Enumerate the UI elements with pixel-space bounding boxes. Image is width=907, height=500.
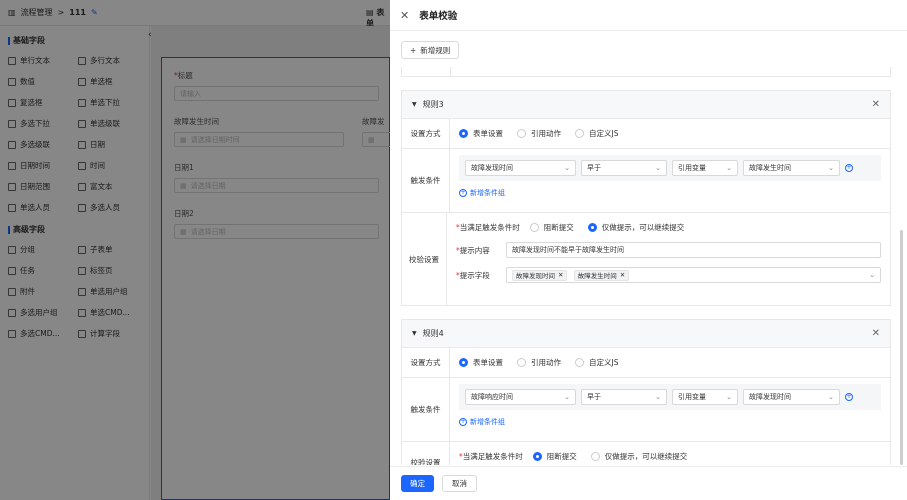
drawer-header: ✕ 表单校验 [390,0,907,31]
condition-field-select[interactable]: 故障发现时间 ⌄ [465,160,576,176]
rule-card-3: ▼ 规则3 ✕ 设置方式 表单设置 引用动作 自定义JS 触发条件 故障发现时间… [401,90,891,306]
caret-down-icon[interactable]: ▼ [412,101,417,108]
mode-radio-action[interactable]: 引用动作 [517,357,561,368]
condition-operator-select[interactable]: 早于 ⌄ [581,160,667,176]
condition-group: 故障发现时间 ⌄ 早于 ⌄ 引用变量 ⌄ 故障发生时间 ⌄ + [459,155,881,181]
tip-content-input[interactable]: 故障发现时间不能早于故障发生时间 [506,242,881,258]
condition-value-type-select[interactable]: 引用变量 ⌄ [672,160,738,176]
close-icon[interactable]: ✕ [400,9,409,22]
option-block-submit[interactable]: 阻断提交 [529,222,574,233]
chevron-down-icon: ⌄ [655,164,661,172]
condition-operator-select[interactable]: 早于 ⌄ [581,389,667,405]
caret-down-icon[interactable]: ▼ [412,330,417,337]
tip-field-select[interactable]: 故障发现时间 ✕ 故障发生时间 ✕ ⌄ [506,267,881,283]
delete-rule-icon[interactable]: ✕ [872,99,880,110]
condition-value-type-select[interactable]: 引用变量 ⌄ [672,389,738,405]
drawer-footer: 确定 取消 [390,466,907,500]
field-tag: 故障发现时间 ✕ [512,269,568,281]
add-condition-group-link[interactable]: + 新增条件组 [459,188,881,198]
tag-close-icon[interactable]: ✕ [620,271,625,279]
chevron-down-icon: ⌄ [869,271,875,279]
tag-close-icon[interactable]: ✕ [558,271,563,279]
mode-radio-js[interactable]: 自定义JS [575,357,618,368]
rule-header[interactable]: ▼ 规则4 ✕ [402,320,890,348]
add-condition-icon[interactable]: + [845,393,853,401]
mode-radio-action[interactable]: 引用动作 [517,128,561,139]
mode-radio-form[interactable]: 表单设置 [459,357,503,368]
condition-field-select[interactable]: 故障响应时间 ⌄ [465,389,576,405]
rules-list: ▼ 规则3 ✕ 设置方式 表单设置 引用动作 自定义JS 触发条件 故障发现时间… [401,67,891,465]
validation-drawer: ✕ 表单校验 + 新增规则 ▼ 规则3 ✕ 设置方式 表单设置 引用动作 自定义… [390,0,907,500]
rule-card-4: ▼ 规则4 ✕ 设置方式 表单设置 引用动作 自定义JS 触发条件 故障响应时间… [401,319,891,465]
chevron-down-icon: ⌄ [564,164,570,172]
validate-row: 校验设置 * 当满足触发条件时 阻断提交 仅做提示，可以继续提交 [402,442,890,465]
trigger-label: 触发条件 [402,149,450,212]
delete-rule-icon[interactable]: ✕ [872,328,880,339]
option-tip-only[interactable]: 仅做提示，可以继续提交 [590,451,687,462]
setting-mode-label: 设置方式 [402,119,450,148]
chevron-down-icon: ⌄ [828,164,834,172]
chevron-down-icon: ⌄ [828,393,834,401]
setting-mode-label: 设置方式 [402,348,450,377]
chevron-down-icon: ⌄ [726,164,732,172]
drawer-title: 表单校验 [419,11,458,22]
chevron-down-icon: ⌄ [564,393,570,401]
chevron-down-icon: ⌄ [726,393,732,401]
drawer-scrollbar[interactable] [900,230,903,465]
mode-radio-js[interactable]: 自定义JS [575,128,618,139]
tip-field-label: 提示字段 [459,270,490,280]
trigger-row: 触发条件 故障发现时间 ⌄ 早于 ⌄ 引用变量 ⌄ 故障发生时间 ⌄ + + 新增条件组 [402,149,890,213]
setting-mode-row: 设置方式 表单设置 引用动作 自定义JS [402,119,890,149]
validate-label: 校验设置 [402,442,450,465]
modal-overlay[interactable] [0,0,390,500]
setting-mode-row: 设置方式 表单设置 引用动作 自定义JS [402,348,890,378]
mode-radio-form[interactable]: 表单设置 [459,128,503,139]
add-rule-button[interactable]: + 新增规则 [401,41,460,59]
option-tip-only[interactable]: 仅做提示，可以继续提交 [587,222,684,233]
validate-row: 校验设置 * 当满足触发条件时 阻断提交 仅做提示，可以继续提交 *提示内容 故障… [402,213,890,305]
chevron-down-icon: ⌄ [655,393,661,401]
cancel-button[interactable]: 取消 [442,475,477,492]
rule-title: 规则3 [422,100,444,109]
add-condition-group-link[interactable]: + 新增条件组 [459,417,881,427]
add-condition-icon[interactable]: + [845,164,853,172]
trigger-label: 触发条件 [402,378,450,441]
plus-circle-icon: + [459,418,467,426]
condition-group: 故障响应时间 ⌄ 早于 ⌄ 引用变量 ⌄ 故障发现时间 ⌄ + [459,384,881,410]
plus-icon: + [410,45,417,55]
option-block-submit[interactable]: 阻断提交 [532,451,577,462]
trigger-row: 触发条件 故障响应时间 ⌄ 早于 ⌄ 引用变量 ⌄ 故障发现时间 ⌄ + + 新增条件组 [402,378,890,442]
when-label: 当满足触发条件时 [462,452,523,461]
rule-title: 规则4 [422,329,444,338]
field-tag: 故障发生时间 ✕ [573,269,630,281]
plus-circle-icon: + [459,189,467,197]
tip-content-label: 提示内容 [459,245,490,255]
confirm-button[interactable]: 确定 [401,475,434,492]
condition-value-select[interactable]: 故障发生时间 ⌄ [743,160,840,176]
condition-value-select[interactable]: 故障发现时间 ⌄ [743,389,840,405]
when-label: 当满足触发条件时 [459,223,520,232]
validate-label: 校验设置 [402,213,447,305]
previous-rule-tail [401,67,891,77]
rule-header[interactable]: ▼ 规则3 ✕ [402,91,890,119]
